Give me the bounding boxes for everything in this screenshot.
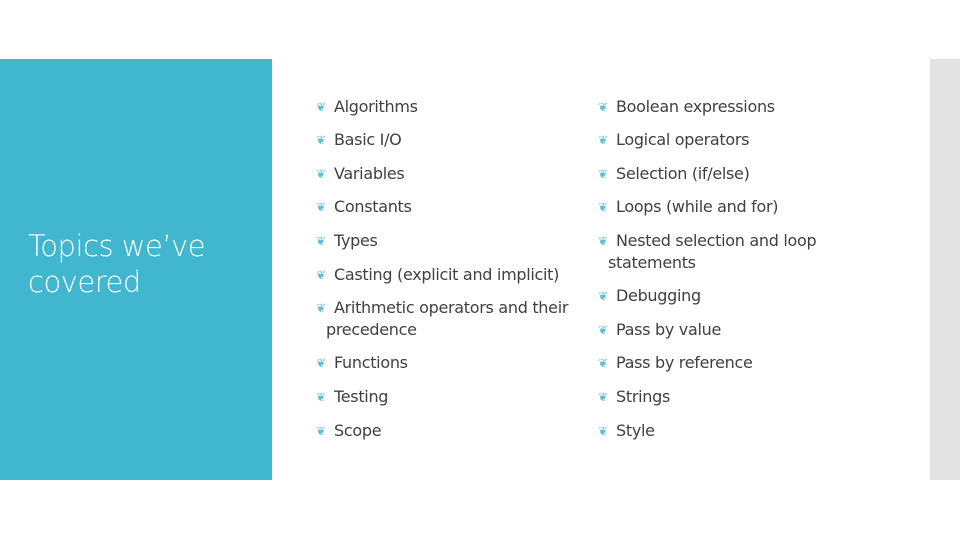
- curl-bullet-icon: ❦: [316, 200, 326, 214]
- topic-label: Strings: [616, 387, 670, 406]
- topic-item: ❦ Nested selection and loop statements: [598, 230, 866, 274]
- topic-item: ❦ Types: [316, 230, 606, 252]
- curl-bullet-icon: ❦: [316, 356, 326, 370]
- topic-label: Casting (explicit and implicit): [334, 265, 560, 284]
- slide-title-line-1: Topics we’ve: [28, 229, 206, 263]
- curl-bullet-icon: ❦: [316, 234, 326, 248]
- slide-title-line-2: covered: [28, 265, 141, 299]
- slide-title: Topics we’ve covered: [28, 228, 258, 300]
- curl-bullet-icon: ❦: [316, 268, 326, 282]
- topic-item: ❦ Loops (while and for): [598, 196, 866, 218]
- topic-label: Basic I/O: [334, 130, 402, 149]
- topic-item: ❦ Functions: [316, 352, 606, 374]
- topic-item: ❦ Logical operators: [598, 129, 866, 151]
- topic-label: Arithmetic operators and their: [334, 298, 569, 317]
- topic-item: ❦ Pass by reference: [598, 352, 866, 374]
- topic-item: ❦ Selection (if/else): [598, 163, 866, 185]
- topic-label: Variables: [334, 164, 405, 183]
- topic-label: Nested selection and loop: [616, 231, 817, 250]
- curl-bullet-icon: ❦: [598, 356, 608, 370]
- topic-item: ❦ Pass by value: [598, 319, 866, 341]
- curl-bullet-icon: ❦: [316, 167, 326, 181]
- topic-label-continuation: precedence: [326, 320, 417, 339]
- topic-item: ❦ Style: [598, 420, 866, 442]
- curl-bullet-icon: ❦: [598, 289, 608, 303]
- topic-item: ❦ Constants: [316, 196, 606, 218]
- topic-label: Algorithms: [334, 97, 418, 116]
- topic-label: Loops (while and for): [616, 197, 779, 216]
- topic-item: ❦ Casting (explicit and implicit): [316, 264, 606, 286]
- topic-label-continuation: statements: [608, 253, 696, 272]
- topic-item: ❦ Basic I/O: [316, 129, 606, 151]
- topic-item: ❦ Scope: [316, 420, 606, 442]
- topic-label: Debugging: [616, 286, 701, 305]
- curl-bullet-icon: ❦: [598, 424, 608, 438]
- curl-bullet-icon: ❦: [316, 424, 326, 438]
- topic-item: ❦ Testing: [316, 386, 606, 408]
- topic-label: Scope: [334, 421, 382, 440]
- topic-label: Selection (if/else): [616, 164, 750, 183]
- curl-bullet-icon: ❦: [598, 234, 608, 248]
- curl-bullet-icon: ❦: [598, 100, 608, 114]
- curl-bullet-icon: ❦: [598, 167, 608, 181]
- curl-bullet-icon: ❦: [316, 301, 326, 315]
- topic-label: Functions: [334, 353, 408, 372]
- topic-label: Style: [616, 421, 655, 440]
- topic-label: Testing: [334, 387, 389, 406]
- curl-bullet-icon: ❦: [316, 133, 326, 147]
- topic-label: Pass by value: [616, 320, 722, 339]
- topic-label: Constants: [334, 197, 412, 216]
- topic-label: Logical operators: [616, 130, 750, 149]
- curl-bullet-icon: ❦: [598, 200, 608, 214]
- curl-bullet-icon: ❦: [598, 133, 608, 147]
- topic-label: Pass by reference: [616, 353, 753, 372]
- curl-bullet-icon: ❦: [316, 390, 326, 404]
- topic-label: Types: [334, 231, 378, 250]
- side-decoration-strip: [930, 59, 960, 480]
- topic-item: ❦ Arithmetic operators and their precedenc…: [316, 297, 606, 341]
- slide: Topics we’ve covered ❦ Algorithms ❦ Basic I…: [0, 0, 960, 540]
- topic-item: ❦ Debugging: [598, 285, 866, 307]
- curl-bullet-icon: ❦: [598, 323, 608, 337]
- topic-label: Boolean expressions: [616, 97, 775, 116]
- curl-bullet-icon: ❦: [316, 100, 326, 114]
- topic-item: ❦ Strings: [598, 386, 866, 408]
- topic-item: ❦ Variables: [316, 163, 606, 185]
- curl-bullet-icon: ❦: [598, 390, 608, 404]
- topic-item: ❦ Boolean expressions: [598, 96, 866, 118]
- topic-item: ❦ Algorithms: [316, 96, 606, 118]
